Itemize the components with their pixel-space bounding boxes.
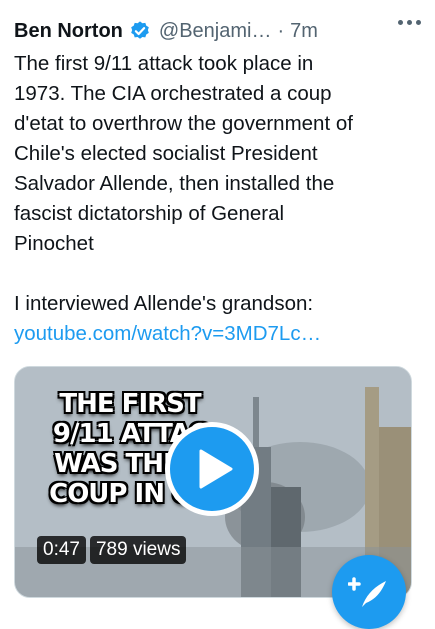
play-button[interactable]: [165, 422, 259, 516]
verified-badge-icon: [131, 21, 149, 39]
more-dot: [398, 20, 403, 25]
tweet-text-line: d'etat to overthrow the government of: [14, 112, 353, 135]
tweet-text-line: fascist dictatorship of General: [14, 202, 285, 225]
video-views: 789 views: [89, 536, 187, 564]
tweet-text-line: Salvador Allende, then installed the: [14, 172, 335, 195]
tweet-text: The first 9/11 attack took place in 1973…: [14, 49, 426, 349]
separator: ·: [277, 19, 285, 42]
tweet-text-line: I interviewed Allende's grandson:: [14, 292, 314, 315]
tweet-text-line: 1973. The CIA orchestrated a coup: [14, 82, 332, 105]
overlay-line: THE FIRST: [59, 389, 201, 419]
play-icon: [199, 449, 233, 489]
tweet-text-line: The first 9/11 attack took place in: [14, 52, 314, 75]
youtube-link[interactable]: youtube.com/watch?v=3MD7Lc…: [14, 322, 321, 345]
compose-tweet-button[interactable]: [332, 555, 406, 629]
more-options-icon[interactable]: [398, 20, 421, 25]
video-duration: 0:47: [37, 536, 86, 564]
author-handle[interactable]: @Benjami…: [159, 20, 272, 43]
tweet-text-line: Chile's elected socialist President: [14, 142, 318, 165]
more-dot: [416, 20, 421, 25]
compose-icon: [348, 577, 386, 607]
video-meta: 0:47 789 views: [37, 536, 187, 564]
tweet-header: Ben Norton @Benjami… · 7m: [14, 14, 421, 48]
author-name[interactable]: Ben Norton: [14, 20, 123, 43]
tweet-text-line: Pinochet: [14, 232, 94, 255]
timestamp[interactable]: 7m: [290, 20, 318, 43]
more-dot: [407, 20, 412, 25]
